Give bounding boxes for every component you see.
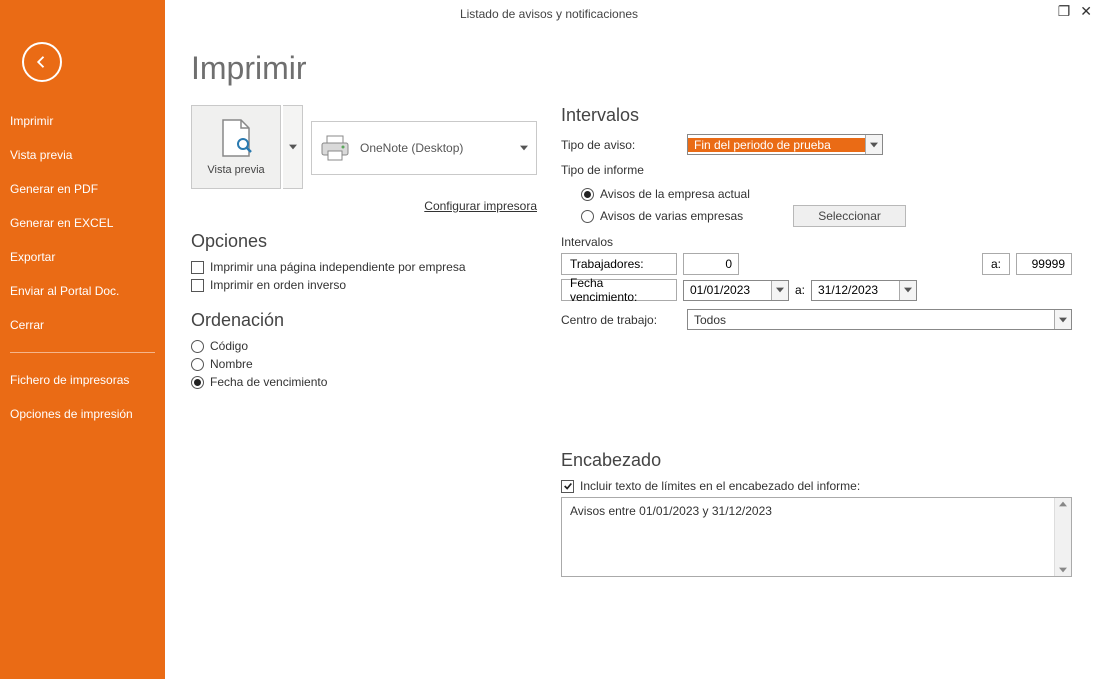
radio-icon — [581, 188, 594, 201]
intervalos-sublabel: Intervalos — [561, 235, 1072, 249]
checkbox-label: Imprimir en orden inverso — [210, 278, 346, 292]
radio-nombre[interactable]: Nombre — [191, 357, 537, 371]
radio-fecha-vencimiento[interactable]: Fecha de vencimiento — [191, 375, 537, 389]
a-label: a: — [982, 253, 1010, 275]
sidebar-separator — [10, 352, 155, 353]
trabajadores-to-input[interactable] — [1016, 253, 1072, 275]
checkbox-icon — [561, 480, 574, 493]
checkbox-incluir-limites[interactable]: Incluir texto de límites en el encabezad… — [561, 479, 1072, 493]
printer-name: OneNote (Desktop) — [360, 141, 463, 155]
sidebar-item-exportar[interactable]: Exportar — [0, 240, 165, 274]
trabajadores-from-input[interactable] — [683, 253, 739, 275]
printer-icon — [320, 135, 350, 161]
sidebar-item-imprimir[interactable]: Imprimir — [0, 104, 165, 138]
sidebar-item-generar-pdf[interactable]: Generar en PDF — [0, 172, 165, 206]
trabajadores-label-box: Trabajadores: — [561, 253, 677, 275]
back-button[interactable] — [22, 42, 62, 82]
tipo-informe-label: Tipo de informe — [561, 163, 1072, 177]
checkbox-icon — [191, 261, 204, 274]
checkbox-label: Incluir texto de límites en el encabezad… — [580, 479, 860, 493]
tipo-aviso-value: Fin del periodo de prueba — [688, 138, 865, 152]
checkbox-icon — [191, 279, 204, 292]
chevron-up-icon — [1059, 500, 1067, 508]
tipo-aviso-select[interactable]: Fin del periodo de prueba — [687, 134, 883, 155]
chevron-down-icon — [904, 287, 912, 293]
seleccionar-button[interactable]: Seleccionar — [793, 205, 906, 227]
chevron-down-icon — [1059, 317, 1067, 323]
chevron-down-icon — [776, 287, 784, 293]
radio-icon — [191, 358, 204, 371]
sidebar-item-cerrar[interactable]: Cerrar — [0, 308, 165, 342]
radio-avisos-varias-empresas[interactable]: Avisos de varias empresas — [581, 209, 743, 223]
radio-label: Avisos de varias empresas — [600, 209, 743, 223]
centro-trabajo-select[interactable]: Todos — [687, 309, 1072, 330]
fecha-from-value: 01/01/2023 — [684, 283, 771, 297]
checkbox-reverse-order[interactable]: Imprimir en orden inverso — [191, 278, 537, 292]
section-intervalos: Intervalos — [561, 105, 1072, 126]
sidebar-item-opciones-impresion[interactable]: Opciones de impresión — [0, 397, 165, 431]
radio-label: Código — [210, 339, 248, 353]
a-label: a: — [795, 283, 805, 297]
radio-label: Nombre — [210, 357, 253, 371]
fecha-vencimiento-label-box: Fecha vencimiento: — [561, 279, 677, 301]
chevron-down-icon — [289, 144, 297, 150]
sidebar-item-fichero-impresoras[interactable]: Fichero de impresoras — [0, 363, 165, 397]
configurar-impresora-link[interactable]: Configurar impresora — [191, 199, 537, 213]
section-opciones: Opciones — [191, 231, 537, 252]
radio-label: Fecha de vencimiento — [210, 375, 327, 389]
chevron-down-icon — [1059, 566, 1067, 574]
section-ordenacion: Ordenación — [191, 310, 537, 331]
vista-previa-dropdown[interactable] — [283, 105, 303, 189]
scrollbar[interactable] — [1054, 498, 1071, 576]
sidebar-item-enviar-portal[interactable]: Enviar al Portal Doc. — [0, 274, 165, 308]
vista-previa-label: Vista previa — [207, 164, 264, 176]
section-encabezado: Encabezado — [561, 450, 1072, 471]
chevron-down-icon — [870, 142, 878, 148]
fecha-from-picker[interactable]: 01/01/2023 — [683, 280, 789, 301]
document-preview-icon — [219, 118, 253, 158]
radio-label: Avisos de la empresa actual — [600, 187, 750, 201]
page-title: Imprimir — [191, 50, 1072, 87]
radio-codigo[interactable]: Código — [191, 339, 537, 353]
encabezado-text: Avisos entre 01/01/2023 y 31/12/2023 — [570, 504, 772, 518]
vista-previa-button[interactable]: Vista previa — [191, 105, 281, 189]
radio-avisos-empresa-actual[interactable]: Avisos de la empresa actual — [581, 187, 750, 201]
tipo-aviso-label: Tipo de aviso: — [561, 138, 679, 152]
arrow-left-icon — [33, 53, 51, 71]
radio-icon — [191, 340, 204, 353]
centro-trabajo-value: Todos — [688, 313, 1054, 327]
chevron-down-icon — [520, 145, 528, 151]
maximize-icon[interactable]: ❐ — [1058, 4, 1071, 18]
radio-icon — [581, 210, 594, 223]
fecha-to-picker[interactable]: 31/12/2023 — [811, 280, 917, 301]
radio-icon — [191, 376, 204, 389]
centro-trabajo-label: Centro de trabajo: — [561, 313, 679, 327]
sidebar: Imprimir Vista previa Generar en PDF Gen… — [0, 0, 165, 679]
checkbox-label: Imprimir una página independiente por em… — [210, 260, 466, 274]
encabezado-textarea[interactable]: Avisos entre 01/01/2023 y 31/12/2023 — [561, 497, 1072, 577]
checkbox-page-per-company[interactable]: Imprimir una página independiente por em… — [191, 260, 537, 274]
fecha-to-value: 31/12/2023 — [812, 283, 899, 297]
window-title: Listado de avisos y notificaciones — [460, 7, 638, 21]
sidebar-item-generar-excel[interactable]: Generar en EXCEL — [0, 206, 165, 240]
printer-selector[interactable]: OneNote (Desktop) — [311, 121, 537, 175]
close-icon[interactable]: ✕ — [1080, 4, 1092, 18]
sidebar-item-vista-previa[interactable]: Vista previa — [0, 138, 165, 172]
